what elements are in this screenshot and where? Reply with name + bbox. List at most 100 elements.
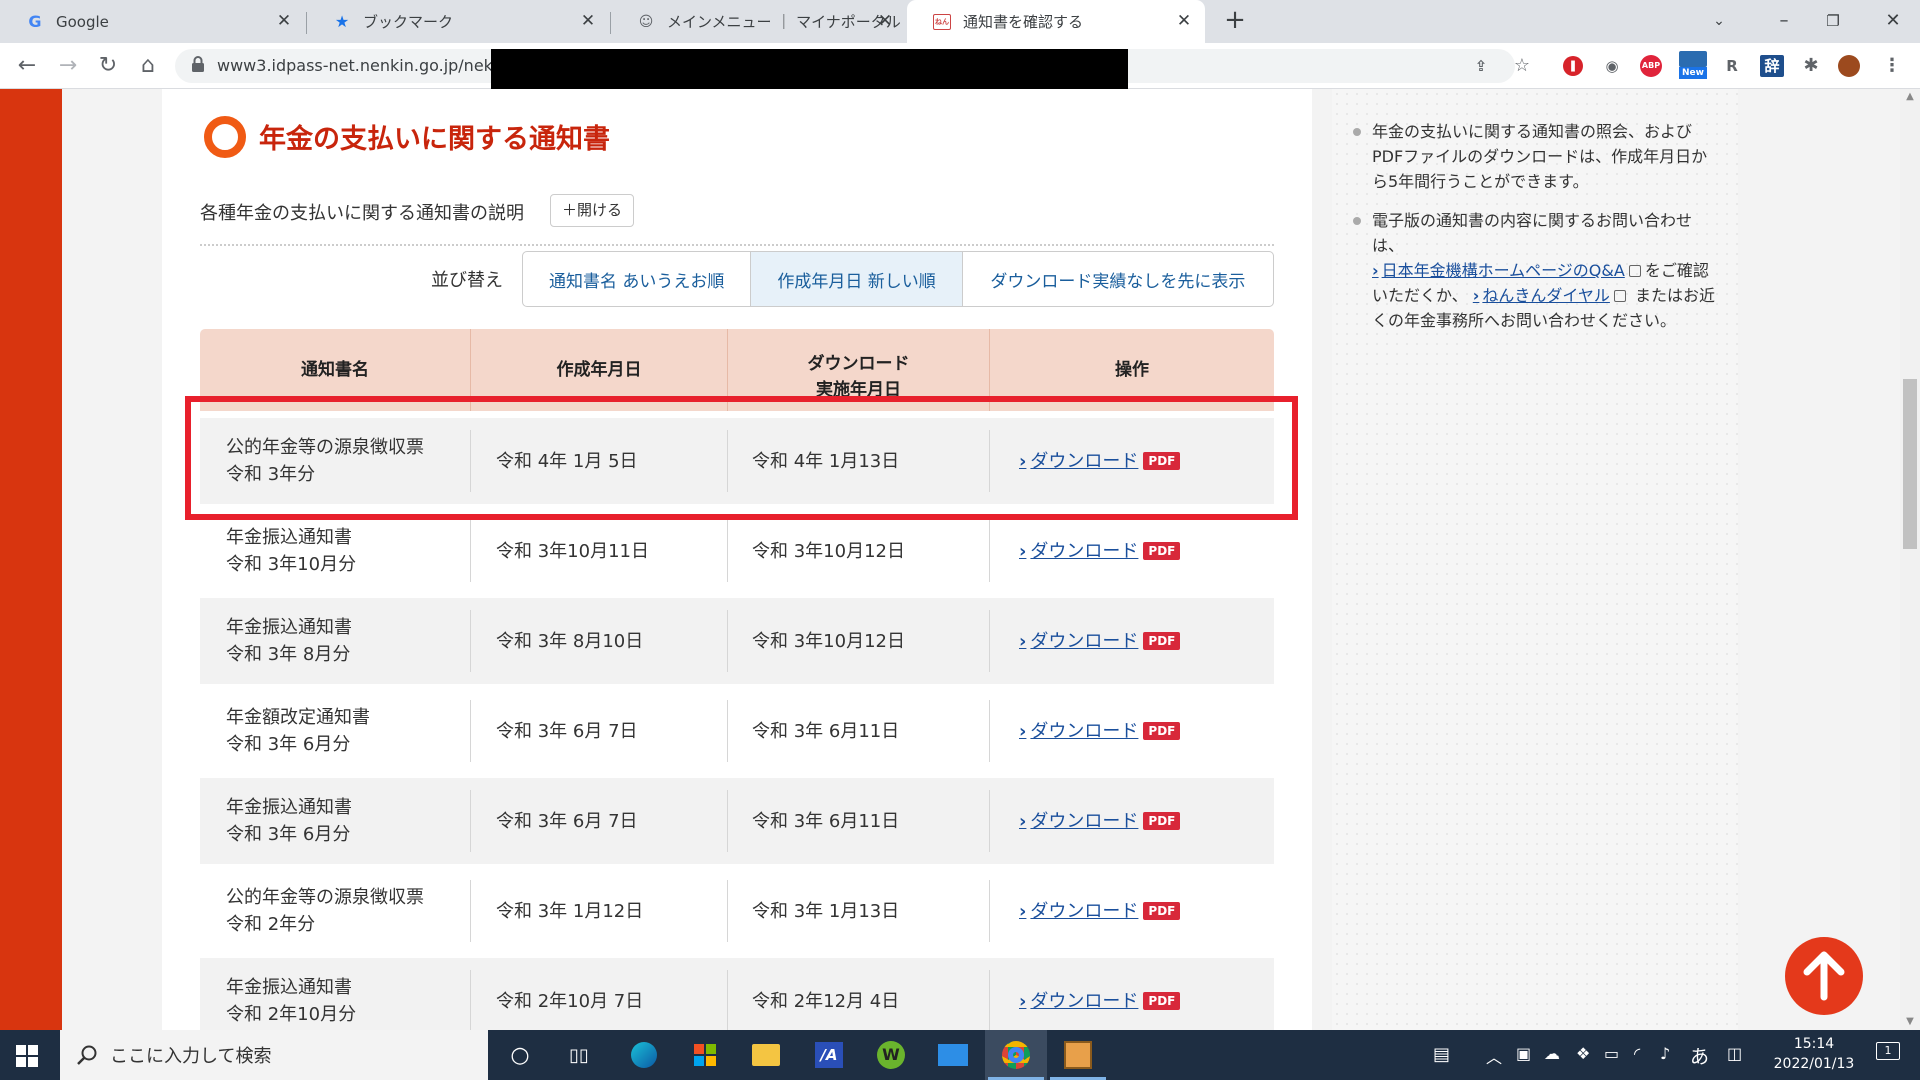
system-clock[interactable]: 15:14 2022/01/13	[1764, 1034, 1864, 1074]
cortana-icon[interactable]: ○	[503, 1039, 537, 1071]
table-row: 年金額改定通知書 令和 3年 6月分 令和 3年 6月 7日 令和 3年 6月11日 ›…	[200, 688, 1274, 774]
qa-link[interactable]: › 日本年金機構ホームページのQ&A	[1372, 261, 1625, 280]
notice-name: 年金振込通知書	[226, 797, 352, 818]
more-menu-icon[interactable]: ⋮	[1880, 55, 1904, 77]
close-icon[interactable]: ✕	[1175, 12, 1193, 30]
share-icon[interactable]: ⇪	[1469, 55, 1493, 77]
chevron-right-icon: ›	[1472, 286, 1480, 305]
forward-button[interactable]: →	[54, 52, 82, 80]
pdf-badge: PDF	[1143, 992, 1181, 1010]
scrollbar-thumb[interactable]	[1903, 379, 1917, 549]
download-link[interactable]: › ダウンロード	[1019, 538, 1138, 565]
tab-notices-active[interactable]: ねん 通知書を確認する ✕	[907, 0, 1205, 43]
tab-bookmarks[interactable]: ★ ブックマーク ✕	[307, 0, 609, 43]
nenkin-dial-link[interactable]: › ねんきんダイヤル	[1473, 286, 1610, 305]
minimize-button[interactable]: –	[1769, 6, 1799, 36]
rw-extension-icon[interactable]: R	[1720, 55, 1744, 77]
note-text: 電子版の通知書の内容に関するお問い合わせは、	[1372, 211, 1693, 255]
store-icon[interactable]	[688, 1039, 722, 1071]
close-icon[interactable]: ✕	[876, 12, 894, 30]
table-row: 年金振込通知書 令和 3年10月分 令和 3年10月11日 令和 3年10月12日 › ダ…	[200, 508, 1274, 594]
notice-period: 令和 3年 6月分	[226, 824, 351, 845]
open-description-button[interactable]: ＋開ける	[550, 194, 634, 227]
pdf-badge: PDF	[1143, 902, 1181, 920]
external-link-icon	[1628, 265, 1641, 277]
close-icon[interactable]: ✕	[275, 12, 293, 30]
download-link[interactable]: › ダウンロード	[1019, 988, 1138, 1015]
browser-tab-strip: G Google ✕ ★ ブックマーク ✕ ☺ メインメニュー ｜ マイナポータ…	[0, 0, 1920, 43]
right-sidebar: 年金の支払いに関する通知書の照会、およびPDFファイルのダウンロードは、作成年月…	[1332, 89, 1738, 1030]
notification-count: 1	[1876, 1042, 1900, 1060]
clock-time: 15:14	[1793, 1036, 1835, 1052]
app-ai-icon[interactable]: /A	[812, 1039, 846, 1071]
wps-icon[interactable]: W	[874, 1039, 908, 1071]
taskbar-search-box[interactable]: ここに入力して検索	[60, 1030, 488, 1080]
search-icon	[77, 1045, 97, 1065]
tray-chevron-icon[interactable]: ︿	[1486, 1044, 1502, 1068]
created-date: 令和 3年 1月12日	[496, 900, 644, 922]
ime-mode[interactable]: あ	[1690, 1042, 1709, 1069]
restore-button[interactable]: ❐	[1818, 6, 1848, 36]
search-placeholder: ここに入力して検索	[110, 1046, 272, 1067]
download-link[interactable]: › ダウンロード	[1019, 718, 1138, 745]
pdf-badge: PDF	[1143, 632, 1181, 650]
news-widget-icon[interactable]: ▤	[1433, 1044, 1450, 1065]
sidebar-notes: 年金の支払いに関する通知書の照会、およびPDFファイルのダウンロードは、作成年月…	[1350, 119, 1720, 347]
envelope-logo	[938, 1044, 968, 1066]
download-link[interactable]: › ダウンロード	[1019, 628, 1138, 655]
edge-icon[interactable]	[627, 1039, 661, 1071]
star-icon: ★	[334, 12, 350, 31]
back-to-top-button[interactable]	[1785, 937, 1863, 1015]
close-window-button[interactable]: ✕	[1878, 6, 1908, 36]
downloaded-date: 令和 3年 1月13日	[752, 900, 900, 922]
chrome-icon[interactable]	[999, 1039, 1033, 1071]
puzzle-icon[interactable]: ✱	[1799, 55, 1823, 77]
page-scrollbar[interactable]: ▲ ▼	[1900, 89, 1920, 1030]
extension-red-icon[interactable]: ❚	[1561, 55, 1585, 77]
windows-start-icon[interactable]	[16, 1045, 38, 1067]
onedrive-icon[interactable]: ☁	[1544, 1044, 1560, 1063]
scroll-down-arrow-icon[interactable]: ▼	[1900, 1014, 1920, 1030]
download-link[interactable]: › ダウンロード	[1019, 808, 1138, 835]
close-icon[interactable]: ✕	[579, 12, 597, 30]
download-label: ダウンロード	[1030, 810, 1139, 832]
notification-center-icon[interactable]: 1	[1876, 1042, 1900, 1068]
bookmark-star-icon[interactable]: ☆	[1510, 55, 1534, 77]
new-tab-button[interactable]: +	[1222, 7, 1248, 34]
tab-search-chevron-icon[interactable]: ⌄	[1704, 6, 1734, 36]
volume-icon[interactable]: ♪	[1660, 1044, 1670, 1063]
address-url: www3.idpass-net.nenkin.go.jp/neko	[217, 56, 503, 75]
back-button[interactable]: ←	[13, 52, 41, 80]
dictionary-extension-icon[interactable]: 辞	[1760, 55, 1784, 77]
notice-description-label: 各種年金の支払いに関する通知書の説明	[200, 203, 524, 224]
dropbox-icon[interactable]: ❖	[1576, 1044, 1590, 1063]
download-link[interactable]: › ダウンロード	[1019, 898, 1138, 925]
sort-undownloaded-first-button[interactable]: ダウンロード実績なしを先に表示	[963, 252, 1273, 306]
table-row: 年金振込通知書 令和 3年 8月分 令和 3年 8月10日 令和 3年10月12日 › ダ…	[200, 598, 1274, 684]
ai-logo: /A	[815, 1042, 843, 1068]
photo-app-icon[interactable]	[1061, 1039, 1095, 1071]
tab-myna-portal[interactable]: ☺ メインメニュー ｜ マイナポータル ✕	[611, 0, 906, 43]
sidebar-note-retention: 年金の支払いに関する通知書の照会、およびPDFファイルのダウンロードは、作成年月…	[1350, 119, 1720, 194]
news-extension-icon[interactable]: New	[1679, 51, 1707, 81]
reload-button[interactable]: ↻	[94, 52, 122, 80]
mail-icon[interactable]	[936, 1039, 970, 1071]
created-date: 令和 3年 6月 7日	[496, 720, 638, 742]
device-icon[interactable]: ▣	[1516, 1044, 1531, 1063]
sort-by-created-button[interactable]: 作成年月日 新しい順	[751, 252, 963, 306]
sort-by-name-button[interactable]: 通知書名 あいうえお順	[523, 252, 752, 306]
task-view-icon[interactable]: ▯▯	[562, 1039, 596, 1071]
adblock-label: ABP	[1640, 55, 1662, 77]
avatar[interactable]	[1838, 55, 1862, 77]
wifi-icon[interactable]: ◜	[1634, 1044, 1640, 1063]
ime-pad-icon[interactable]: ◫	[1727, 1044, 1742, 1063]
notice-name-cell: 公的年金等の源泉徴収票 令和 2年分	[200, 868, 470, 954]
adblock-icon[interactable]: ABP	[1640, 55, 1664, 77]
camera-icon[interactable]: ◉	[1600, 55, 1624, 77]
notice-period: 令和 2年10月分	[226, 1004, 357, 1025]
scroll-up-arrow-icon[interactable]: ▲	[1900, 89, 1920, 105]
battery-icon[interactable]: ▭	[1604, 1044, 1619, 1063]
file-explorer-icon[interactable]	[749, 1039, 783, 1071]
tab-google[interactable]: G Google ✕	[0, 0, 305, 43]
home-button[interactable]: ⌂	[134, 52, 162, 80]
